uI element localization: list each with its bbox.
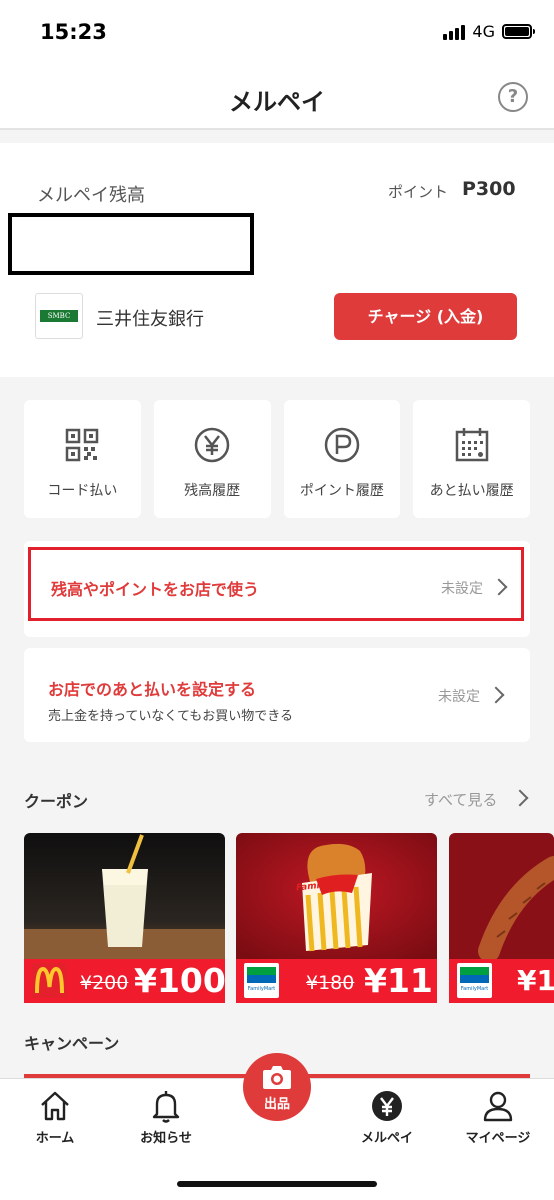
coupon-image-shake (24, 833, 225, 959)
tab-sell[interactable]: 出品 (243, 1053, 311, 1121)
status-bar: 15:23 4G (0, 0, 554, 66)
familymart-logo-text: FamilyMart (460, 986, 489, 992)
balance-redaction-box (8, 213, 254, 275)
pay-later-subtitle: 売上金を持っていなくてもお買い物できる (48, 709, 294, 724)
balance-card: メルペイ残高 ポイント P300 SMBC 三井住友銀行 チャージ (入金) (0, 143, 554, 377)
status-time: 15:23 (40, 20, 107, 44)
calendar-icon (455, 428, 488, 462)
points-label: ポイント (388, 183, 449, 201)
bell-icon (152, 1091, 180, 1123)
home-icon (41, 1091, 69, 1121)
coupon-section-title: クーポン (24, 792, 89, 811)
coupon-card[interactable]: ¥200 ¥100 (24, 833, 225, 1003)
chevron-right-icon (487, 686, 505, 704)
familymart-logo: FamilyMart (244, 963, 279, 998)
status-indicators: 4G (443, 22, 535, 41)
quick-action-label: ポイント履歴 (299, 483, 384, 499)
coupon-image-famichiki (236, 833, 437, 959)
coupon-card[interactable]: FamilyMart ¥15 (449, 833, 554, 1003)
familymart-logo: FamilyMart (457, 963, 492, 998)
quick-action-balance-history[interactable]: 残高履歴 (153, 400, 271, 518)
campaign-section-title: キャンペーン (24, 1034, 120, 1053)
tab-merpay[interactable]: メルペイ (342, 1079, 432, 1169)
coupon-price-bar: FamilyMart ¥180 ¥11 (236, 959, 437, 1003)
tab-label: メルペイ (360, 1131, 413, 1146)
quick-action-code-pay[interactable]: コード払い (24, 400, 141, 518)
quick-action-label: あと払い履歴 (429, 483, 514, 499)
bank-logo-text: SMBC (40, 310, 78, 322)
tab-label: お知らせ (140, 1131, 192, 1146)
coupon-new-price: ¥11 (364, 961, 433, 1000)
quick-action-point-history[interactable]: ポイント履歴 (283, 400, 401, 518)
quick-action-label: コード払い (47, 483, 118, 499)
coupon-price-bar: ¥200 ¥100 (24, 959, 225, 1003)
home-indicator[interactable] (177, 1181, 377, 1187)
quick-action-label: 残高履歴 (184, 483, 241, 499)
coupon-old-price: ¥180 (306, 972, 355, 994)
tab-label: マイページ (465, 1131, 531, 1146)
tab-label: 出品 (263, 1097, 290, 1112)
coupon-price-bar: FamilyMart ¥15 (449, 959, 554, 1003)
qr-code-icon (66, 428, 99, 462)
bank-name: 三井住友銀行 (96, 309, 204, 330)
chevron-right-icon[interactable] (511, 789, 529, 807)
pay-later-title: お店でのあと払いを設定する (48, 680, 257, 699)
yen-circle-icon (372, 1091, 402, 1121)
pay-later-status: 未設定 (438, 689, 480, 705)
network-type: 4G (472, 22, 495, 41)
use-in-store-title: 残高やポイントをお店で使う (51, 580, 260, 599)
yen-icon (194, 427, 230, 463)
signal-icon (443, 24, 466, 40)
points-value[interactable]: P300 (462, 178, 516, 200)
bank-logo: SMBC (35, 293, 83, 339)
tab-notifications[interactable]: お知らせ (121, 1079, 211, 1169)
user-icon (483, 1091, 513, 1122)
coupon-old-price: ¥200 (80, 972, 129, 994)
camera-icon (263, 1066, 291, 1089)
tab-mypage[interactable]: マイページ (453, 1079, 543, 1169)
pay-later-row[interactable]: お店でのあと払いを設定する 売上金を持っていなくてもお買い物できる 未設定 (24, 648, 530, 742)
nav-bar: メルペイ ? (0, 66, 554, 130)
use-in-store-highlight: 残高やポイントをお店で使う 未設定 (28, 547, 524, 621)
page-title: メルペイ (229, 88, 325, 116)
use-in-store-row[interactable]: 残高やポイントをお店で使う 未設定 (24, 541, 530, 637)
quick-action-pay-later-history[interactable]: あと払い履歴 (413, 400, 530, 518)
chevron-right-icon (490, 578, 508, 596)
balance-label: メルペイ残高 (37, 185, 145, 206)
use-in-store-status: 未設定 (441, 581, 483, 597)
coupon-image-sausage (449, 833, 554, 959)
mcdonalds-logo (32, 963, 67, 998)
point-icon (324, 427, 360, 463)
charge-button[interactable]: チャージ (入金) (334, 293, 517, 340)
see-all-link[interactable]: すべて見る (424, 789, 497, 810)
coupon-card[interactable]: Famichiki FamilyMart ¥180 ¥11 (236, 833, 437, 1003)
familymart-logo-text: FamilyMart (247, 986, 276, 992)
battery-icon (502, 24, 535, 39)
quick-actions: コード払い 残高履歴 ポイント履歴 あと払い履歴 (24, 400, 530, 518)
tab-label: ホーム (35, 1131, 75, 1146)
coupon-new-price: ¥100 (134, 961, 225, 1000)
coupon-price: ¥15 (517, 964, 554, 997)
help-icon[interactable]: ? (498, 82, 528, 112)
tab-home[interactable]: ホーム (10, 1079, 100, 1169)
